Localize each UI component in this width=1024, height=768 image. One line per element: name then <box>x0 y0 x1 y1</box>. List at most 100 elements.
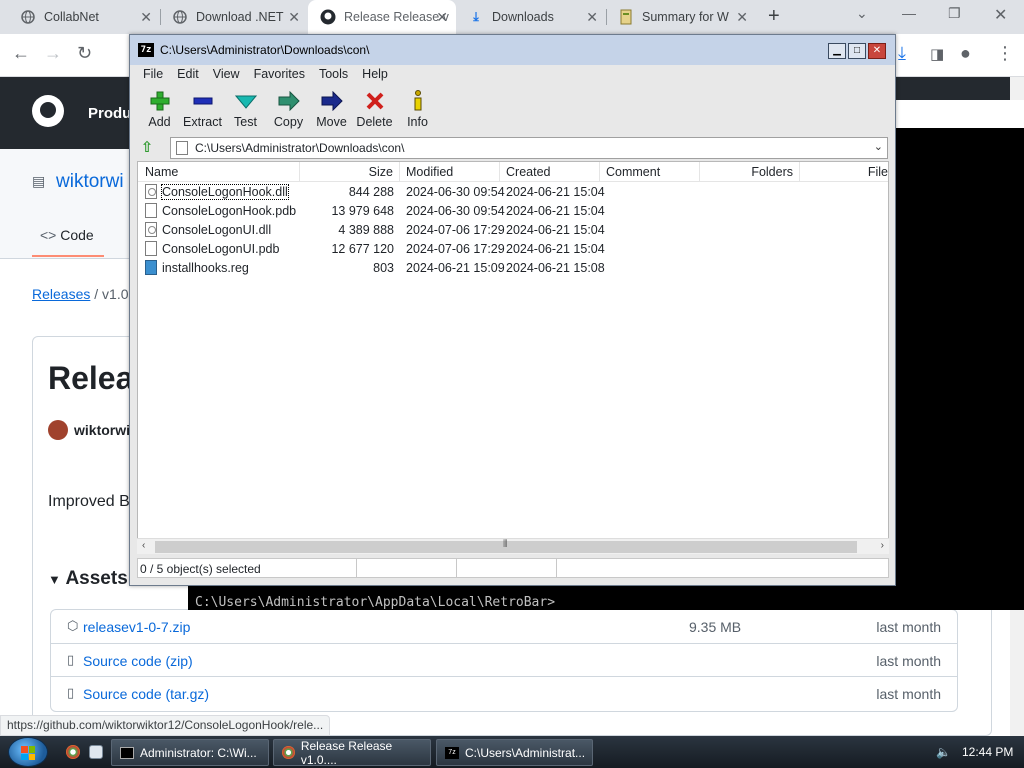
close-window-icon[interactable]: ✕ <box>994 5 1007 25</box>
delete-button[interactable]: Delete <box>353 87 396 129</box>
minimize-button[interactable]: ▁ <box>828 43 846 59</box>
file-zip-icon: ▯ <box>67 651 75 667</box>
repo-owner-link[interactable]: wiktorwi <box>56 171 124 193</box>
asset-row: ▯ Source code (zip) last month <box>51 644 957 677</box>
column-name[interactable]: Name <box>138 162 300 182</box>
asset-link[interactable]: Source code (zip) <box>83 653 193 669</box>
release-title: Relea <box>48 360 134 396</box>
tab-collabnet[interactable]: CollabNet ✕ <box>0 0 160 34</box>
close-tab-icon[interactable]: ✕ <box>586 9 598 26</box>
chevron-down-icon[interactable]: ⌄ <box>874 140 883 153</box>
column-comment[interactable]: Comment <box>600 162 700 182</box>
taskbar-button-sevenzip[interactable]: 7z C:\Users\Administrat... <box>436 739 593 766</box>
file-list[interactable]: Name Size Modified Created Comment Folde… <box>137 161 889 554</box>
folder-up-icon[interactable]: ⇧ <box>138 139 156 157</box>
assets-label: Assets <box>65 568 128 589</box>
taskbar-button-label: Administrator: C:\Wi... <box>140 745 257 760</box>
browser-tab-strip: CollabNet ✕ Download .NET ✕ Release Rele… <box>0 0 1024 34</box>
assets-heading[interactable]: ▼ Assets <box>48 568 128 590</box>
file-row[interactable]: ConsoleLogonHook.dll 844 288 2024-06-30 09… <box>138 183 888 202</box>
profile-icon[interactable]: ● <box>960 43 971 64</box>
file-row[interactable]: ConsoleLogonUI.pdb 12 677 120 2024-07-06 1… <box>138 240 888 259</box>
file-zip-icon: ▯ <box>67 685 75 700</box>
tab-download-net[interactable]: Download .NET ✕ <box>150 0 308 34</box>
tab-title: CollabNet <box>44 10 99 24</box>
add-button[interactable]: Add <box>138 87 181 129</box>
delete-label: Delete <box>356 115 393 129</box>
copy-button[interactable]: Copy <box>267 87 310 129</box>
close-tab-icon[interactable]: ✕ <box>436 9 448 26</box>
test-button[interactable]: Test <box>224 87 267 129</box>
menu-dots-icon[interactable]: ⋮ <box>996 43 1014 64</box>
clock[interactable]: 12:44 PM <box>962 745 1013 759</box>
tab-title: Download .NET <box>196 10 284 24</box>
info-button[interactable]: Info <box>396 87 439 129</box>
file-modified: 2024-07-06 17:29 <box>406 223 505 237</box>
move-arrow-icon <box>310 87 353 115</box>
add-label: Add <box>148 115 171 129</box>
taskbar-button-label: C:\Users\Administrat... <box>465 745 586 760</box>
file-row[interactable]: installhooks.reg 803 2024-06-21 15:09 2024-… <box>138 259 888 278</box>
path-combobox[interactable]: C:\Users\Administrator\Downloads\con\ ⌄ <box>170 137 888 159</box>
menu-help[interactable]: Help <box>355 65 395 85</box>
minimize-icon[interactable]: — <box>902 5 916 21</box>
file-row[interactable]: ConsoleLogonHook.pdb 13 979 648 2024-06-30… <box>138 202 888 221</box>
tab-search-icon[interactable]: ⌄ <box>856 5 868 22</box>
download-icon[interactable]: ⤓ <box>898 43 906 64</box>
release-author[interactable]: wiktorwi <box>48 420 130 440</box>
tab-summary[interactable]: Summary for W ✕ <box>606 0 756 34</box>
menu-tools[interactable]: Tools <box>312 65 355 85</box>
file-created: 2024-06-21 15:04 <box>506 223 605 237</box>
chrome-quicklaunch-icon[interactable] <box>66 745 80 759</box>
menu-file[interactable]: File <box>136 65 170 85</box>
sevenzip-app-icon: 7z <box>138 43 154 57</box>
releases-link[interactable]: Releases <box>32 286 90 302</box>
sevenzip-titlebar[interactable]: 7z C:\Users\Administrator\Downloads\con\ <box>130 35 895 65</box>
column-folders[interactable]: Folders <box>700 162 800 182</box>
asset-size: 9.35 MB <box>689 619 742 635</box>
menu-view[interactable]: View <box>206 65 247 85</box>
back-icon[interactable]: ← <box>12 43 30 64</box>
column-modified[interactable]: Modified <box>400 162 500 182</box>
taskbar-button-chrome[interactable]: Release Release v1.0.... <box>273 739 431 767</box>
active-tab-indicator <box>32 255 104 257</box>
side-panel-icon[interactable]: ◨ <box>930 45 944 63</box>
scroll-grip-icon: ⦀ <box>503 539 508 550</box>
tab-code[interactable]: <> Code <box>40 227 94 243</box>
console-title-area <box>895 100 1024 128</box>
volume-icon[interactable]: 🔈 <box>936 745 951 759</box>
menu-favorites[interactable]: Favorites <box>247 65 312 85</box>
product-menu[interactable]: Produ <box>88 105 131 122</box>
horizontal-scrollbar[interactable]: ‹ ⦀ › <box>137 538 889 554</box>
tab-title: Release Release v <box>344 10 449 24</box>
column-files[interactable]: File <box>800 162 888 182</box>
taskbar-button-console[interactable]: Administrator: C:\Wi... <box>111 739 269 766</box>
tab-downloads[interactable]: ⤓ Downloads ✕ <box>456 0 606 34</box>
extract-button[interactable]: Extract <box>181 87 224 129</box>
menu-edit[interactable]: Edit <box>170 65 206 85</box>
repo-icon: ▤ <box>32 173 46 189</box>
close-tab-icon[interactable]: ✕ <box>288 9 300 26</box>
column-created[interactable]: Created <box>500 162 600 182</box>
maximize-button[interactable]: □ <box>848 43 866 59</box>
file-row[interactable]: ConsoleLogonUI.dll 4 389 888 2024-07-06 17… <box>138 221 888 240</box>
column-size[interactable]: Size <box>300 162 400 182</box>
reload-icon[interactable]: ↻ <box>77 43 92 64</box>
forward-icon[interactable]: → <box>44 43 62 64</box>
desktop-quicklaunch-icon[interactable] <box>89 745 103 759</box>
start-button[interactable] <box>8 737 48 767</box>
asset-link[interactable]: Source code (tar.gz) <box>83 686 209 702</box>
close-tab-icon[interactable]: ✕ <box>736 9 748 26</box>
file-name: ConsoleLogonUI.pdb <box>162 242 280 256</box>
move-button[interactable]: Move <box>310 87 353 129</box>
column-headers: Name Size Modified Created Comment Folde… <box>138 162 888 182</box>
close-button[interactable]: ✕ <box>868 43 886 59</box>
dll-file-icon <box>145 184 157 199</box>
scroll-left-icon[interactable]: ‹ <box>142 540 145 551</box>
new-tab-button[interactable]: + <box>768 5 780 28</box>
scroll-right-icon[interactable]: › <box>881 540 884 551</box>
restore-icon[interactable]: ❐ <box>948 5 961 22</box>
asset-link[interactable]: releasev1-0-7.zip <box>83 619 190 635</box>
github-logo-icon[interactable] <box>32 95 64 127</box>
tab-release[interactable]: Release Release v ✕ <box>308 0 456 34</box>
